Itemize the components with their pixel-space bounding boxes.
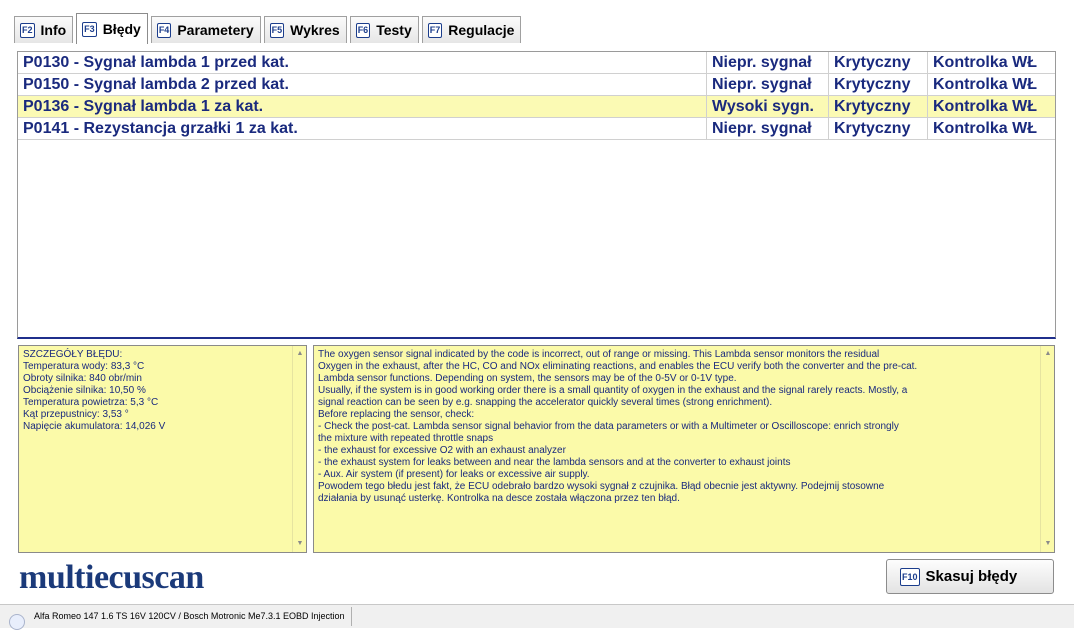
key-badge: F3 — [82, 21, 97, 37]
tab-info[interactable]: F2 Info — [14, 16, 74, 43]
error-description-text: The oxygen sensor signal indicated by th… — [318, 349, 918, 504]
details-scrollbar[interactable]: ▲ ▼ — [292, 346, 306, 552]
tab-graph[interactable]: F5 Wykres — [263, 16, 347, 43]
key-badge: F5 — [269, 22, 285, 38]
error-mil-status: Kontrolka WŁ — [927, 52, 1055, 73]
vehicle-info: Alfa Romeo 147 1.6 TS 16V 120CV / Bosch … — [30, 607, 352, 626]
error-code-description: P0136 - Sygnał lambda 1 za kat. — [23, 97, 264, 115]
key-badge: F4 — [156, 22, 172, 38]
error-description-panel[interactable]: The oxygen sensor signal indicated by th… — [313, 345, 1055, 553]
error-row[interactable]: P0150 - Sygnał lambda 2 przed kat. Niepr… — [18, 74, 1055, 96]
tab-label: Błędy — [102, 21, 141, 37]
key-badge: F2 — [20, 22, 35, 38]
error-row-selected[interactable]: P0136 - Sygnał lambda 1 za kat. Wysoki s… — [18, 96, 1055, 118]
error-mil-status: Kontrolka WŁ — [927, 96, 1055, 117]
error-severity: Krytyczny — [828, 74, 927, 95]
tab-label: Testy — [376, 22, 412, 38]
status-bar: Alfa Romeo 147 1.6 TS 16V 120CV / Bosch … — [0, 604, 1074, 630]
error-severity: Krytyczny — [828, 52, 927, 73]
scroll-up-icon[interactable]: ▲ — [1041, 348, 1054, 360]
key-badge: F10 — [900, 567, 920, 586]
tab-parameters[interactable]: F4 Parametery — [150, 16, 261, 43]
error-mil-status: Kontrolka WŁ — [927, 118, 1055, 139]
tab-errors[interactable]: F3 Błędy — [76, 13, 148, 44]
error-type: Niepr. sygnał — [706, 74, 828, 95]
app-logo: multiecuscan — [19, 559, 204, 596]
error-code-description: P0130 - Sygnał lambda 1 przed kat. — [23, 53, 289, 71]
error-type: Wysoki sygn. — [706, 96, 828, 117]
tab-tests[interactable]: F6 Testy — [349, 16, 419, 43]
key-badge: F6 — [355, 22, 371, 38]
error-details-panel[interactable]: SZCZEGÓŁY BŁĘDU: Temperatura wody: 83,3 … — [18, 345, 307, 553]
tab-label: Wykres — [290, 22, 340, 38]
error-list: P0130 - Sygnał lambda 1 przed kat. Niepr… — [17, 51, 1056, 339]
key-badge: F7 — [427, 22, 443, 38]
error-severity: Krytyczny — [828, 118, 927, 139]
clear-errors-button[interactable]: F10 Skasuj błędy — [886, 559, 1054, 594]
tab-label: Regulacje — [448, 22, 515, 38]
scroll-down-icon[interactable]: ▼ — [293, 538, 306, 550]
tab-label: Parametery — [177, 22, 254, 38]
description-scrollbar[interactable]: ▲ ▼ — [1040, 346, 1054, 552]
error-row[interactable]: P0130 - Sygnał lambda 1 przed kat. Niepr… — [18, 52, 1055, 74]
error-code-description: P0141 - Rezystancja grzałki 1 za kat. — [23, 119, 298, 137]
tab-label: Info — [40, 22, 67, 38]
error-type: Niepr. sygnał — [706, 118, 828, 139]
error-code-description: P0150 - Sygnał lambda 2 przed kat. — [23, 75, 289, 93]
error-type: Niepr. sygnał — [706, 52, 828, 73]
error-details-text: SZCZEGÓŁY BŁĘDU: Temperatura wody: 83,3 … — [23, 349, 166, 432]
clear-errors-label: Skasuj błędy — [925, 568, 1018, 585]
error-mil-status: Kontrolka WŁ — [927, 74, 1055, 95]
scroll-up-icon[interactable]: ▲ — [293, 348, 306, 360]
scroll-down-icon[interactable]: ▼ — [1041, 538, 1054, 550]
error-row[interactable]: P0141 - Rezystancja grzałki 1 za kat. Ni… — [18, 118, 1055, 140]
tab-adjustments[interactable]: F7 Regulacje — [421, 16, 522, 43]
error-severity: Krytyczny — [828, 96, 927, 117]
tab-bar: F2 Info F3 Błędy F4 Parametery F5 Wykres F6 T… — [14, 13, 524, 44]
